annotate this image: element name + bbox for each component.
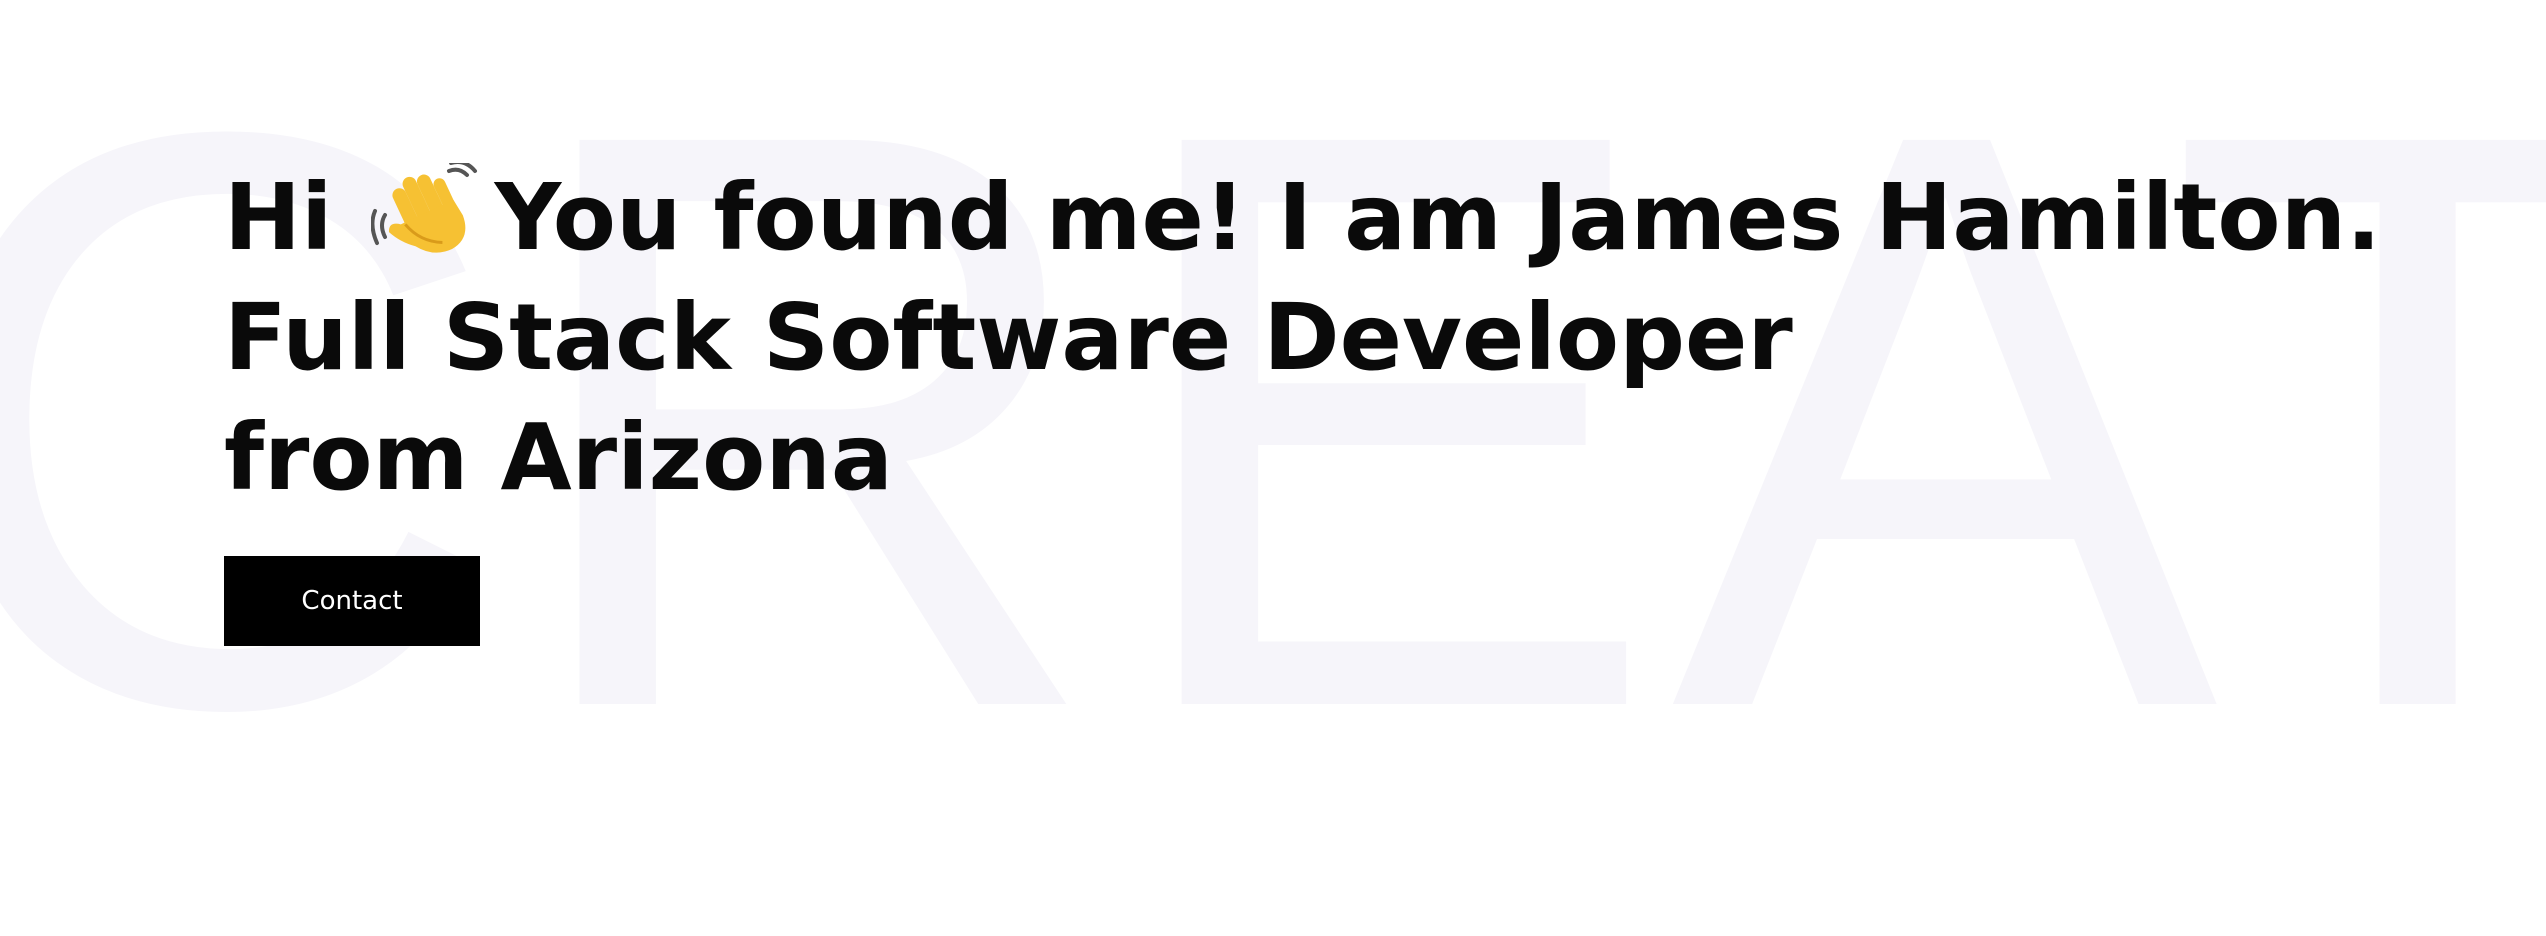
greeting-rest: You found me! I am James Hamilton.: [494, 164, 2382, 271]
hero-headline: Hi You found me! I am James Hamilton. Fu…: [224, 158, 2381, 518]
headline-line-2: Full Stack Software Developer: [224, 284, 1793, 391]
headline-line-1: Hi You found me! I am James Hamilton.: [224, 158, 2381, 278]
headline-line-3: from Arizona: [224, 404, 893, 511]
hero-section: CREATIVE Hi: [0, 0, 2546, 936]
waving-hand-icon: [370, 163, 477, 253]
hero-content: Hi You found me! I am James Hamilton. Fu…: [224, 158, 2381, 646]
contact-button[interactable]: Contact: [224, 556, 480, 646]
greeting-hi: Hi: [224, 164, 333, 271]
